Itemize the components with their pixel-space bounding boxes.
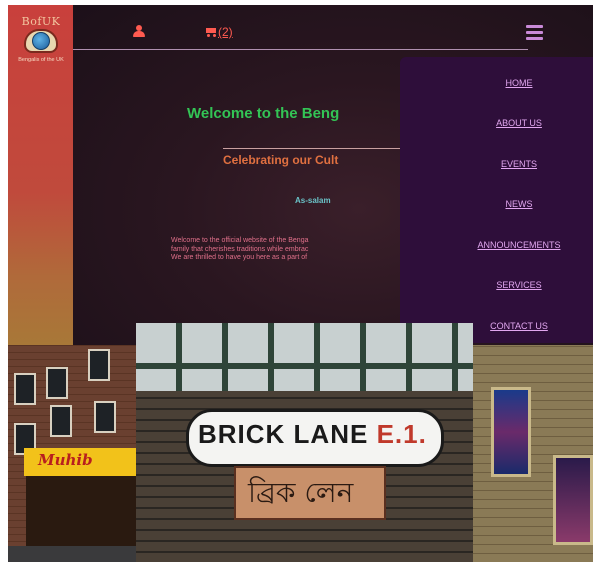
logo-emblem-icon <box>24 29 58 53</box>
welcome-heading: Welcome to the Beng <box>187 105 340 122</box>
logo-name: BofUK <box>21 15 61 28</box>
intro-line: We are thrilled to have you here as a pa… <box>171 254 308 261</box>
intro-line: Welcome to the official website of the B… <box>171 237 309 244</box>
cart-link[interactable]: (2) <box>205 25 233 39</box>
nav-announcements[interactable]: ANNOUNCEMENTS <box>400 240 593 250</box>
street-sign-text: BRICK LANE E.1. <box>198 419 427 449</box>
hero-section: (2) Welcome to the Beng Celebrating our … <box>73 5 593 345</box>
shop-sign-text: Muhib <box>38 451 93 469</box>
bengali-sign-text: ব্রিক লেন <box>248 476 354 509</box>
site-logo[interactable]: BofUK Bengalis of the UK <box>12 15 70 63</box>
subtitle-heading: Celebrating our Cult <box>223 153 339 167</box>
nav-services[interactable]: SERVICES <box>400 280 593 290</box>
nav-news[interactable]: NEWS <box>400 199 593 209</box>
poster <box>491 387 531 477</box>
nav-home[interactable]: HOME <box>400 78 593 88</box>
building-facade-photo <box>473 345 593 562</box>
cart-count: (2) <box>218 25 233 39</box>
dropdown-nav-menu: HOME ABOUT US EVENTS NEWS ANNOUNCEMENTS … <box>400 57 593 343</box>
page: BofUK Bengalis of the UK (2) Welcome to … <box>8 5 593 562</box>
menu-icon[interactable] <box>526 25 543 40</box>
logo-tagline: Bengalis of the UK <box>18 57 64 63</box>
top-bar: (2) <box>73 5 543 50</box>
intro-line: family that cherishes traditions while e… <box>171 245 309 253</box>
shopfront-photo: Muhib <box>8 345 136 562</box>
user-icon[interactable] <box>133 25 145 37</box>
brick-lane-sign-photo: BRICK LANE E.1. ব্রিক লেন <box>136 323 473 562</box>
sidebar: BofUK Bengalis of the UK <box>8 5 73 345</box>
poster <box>553 455 593 545</box>
cart-icon <box>205 27 217 37</box>
greeting-text: As-salam <box>295 196 331 205</box>
nav-events[interactable]: EVENTS <box>400 159 593 169</box>
nav-about-us[interactable]: ABOUT US <box>400 118 593 128</box>
globe-icon <box>32 32 50 50</box>
intro-paragraph: Welcome to the official website of the B… <box>171 237 309 263</box>
